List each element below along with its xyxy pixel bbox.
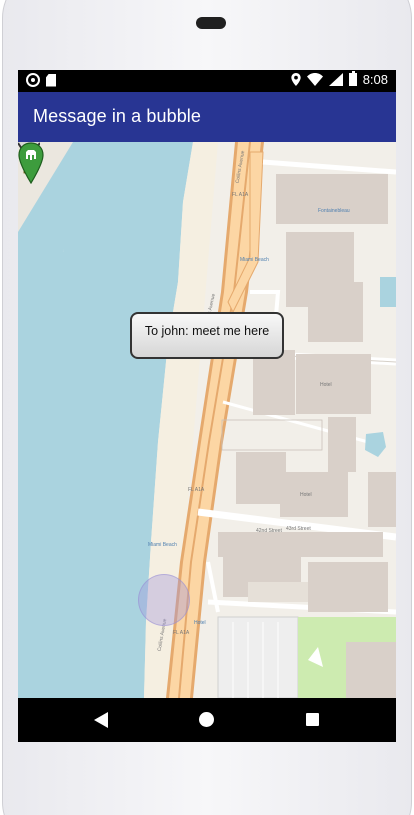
wifi-icon: [306, 73, 323, 86]
phone-screen: 8:08 Message in a bubble Collins Avenue …: [18, 70, 396, 742]
street-label-fl-a1a-mid: FL A1A: [188, 487, 205, 493]
green-map-pin-icon[interactable]: [18, 142, 44, 184]
map-view[interactable]: Collins Avenue Collins Avenue Collins Av…: [18, 142, 396, 698]
signal-icon: [328, 73, 343, 86]
map-tiles: [18, 142, 396, 698]
my-location-accuracy-circle: [138, 574, 190, 626]
status-time: 8:08: [362, 72, 388, 87]
poi-label-5: Miami Beach: [148, 542, 177, 548]
poi-label-2: Miami Beach: [240, 257, 269, 263]
poi-label-6: Hotel: [194, 620, 206, 626]
location-icon: [291, 73, 301, 86]
sd-card-icon: [46, 73, 56, 87]
battery-icon: [348, 71, 357, 86]
status-bar: 8:08: [18, 70, 396, 92]
info-window-text: To john: meet me here: [144, 324, 270, 338]
poi-label-4: Hotel: [300, 492, 312, 498]
home-circle-icon[interactable]: [199, 712, 214, 727]
app-title: Message in a bubble: [33, 106, 202, 126]
street-label-42nd: 42nd Street: [256, 528, 282, 534]
device-screenshot: 8:08 Message in a bubble Collins Avenue …: [0, 0, 414, 815]
record-icon: [26, 73, 40, 87]
earpiece: [196, 17, 226, 29]
recents-square-icon[interactable]: [306, 713, 319, 726]
back-triangle-icon[interactable]: [94, 712, 108, 728]
street-label-43rd: 43rd Street: [286, 526, 311, 532]
poi-label-1: Fontainebleau: [318, 208, 350, 214]
navigation-bar: [18, 698, 396, 742]
poi-label-3: Hotel: [320, 382, 332, 388]
info-window-bubble[interactable]: To john: meet me here: [130, 312, 284, 359]
street-label-fl-a1a-top: FL A1A: [232, 192, 249, 198]
street-label-fl-a1a-low: FL A1A: [173, 630, 190, 636]
app-toolbar: Message in a bubble: [18, 92, 396, 142]
